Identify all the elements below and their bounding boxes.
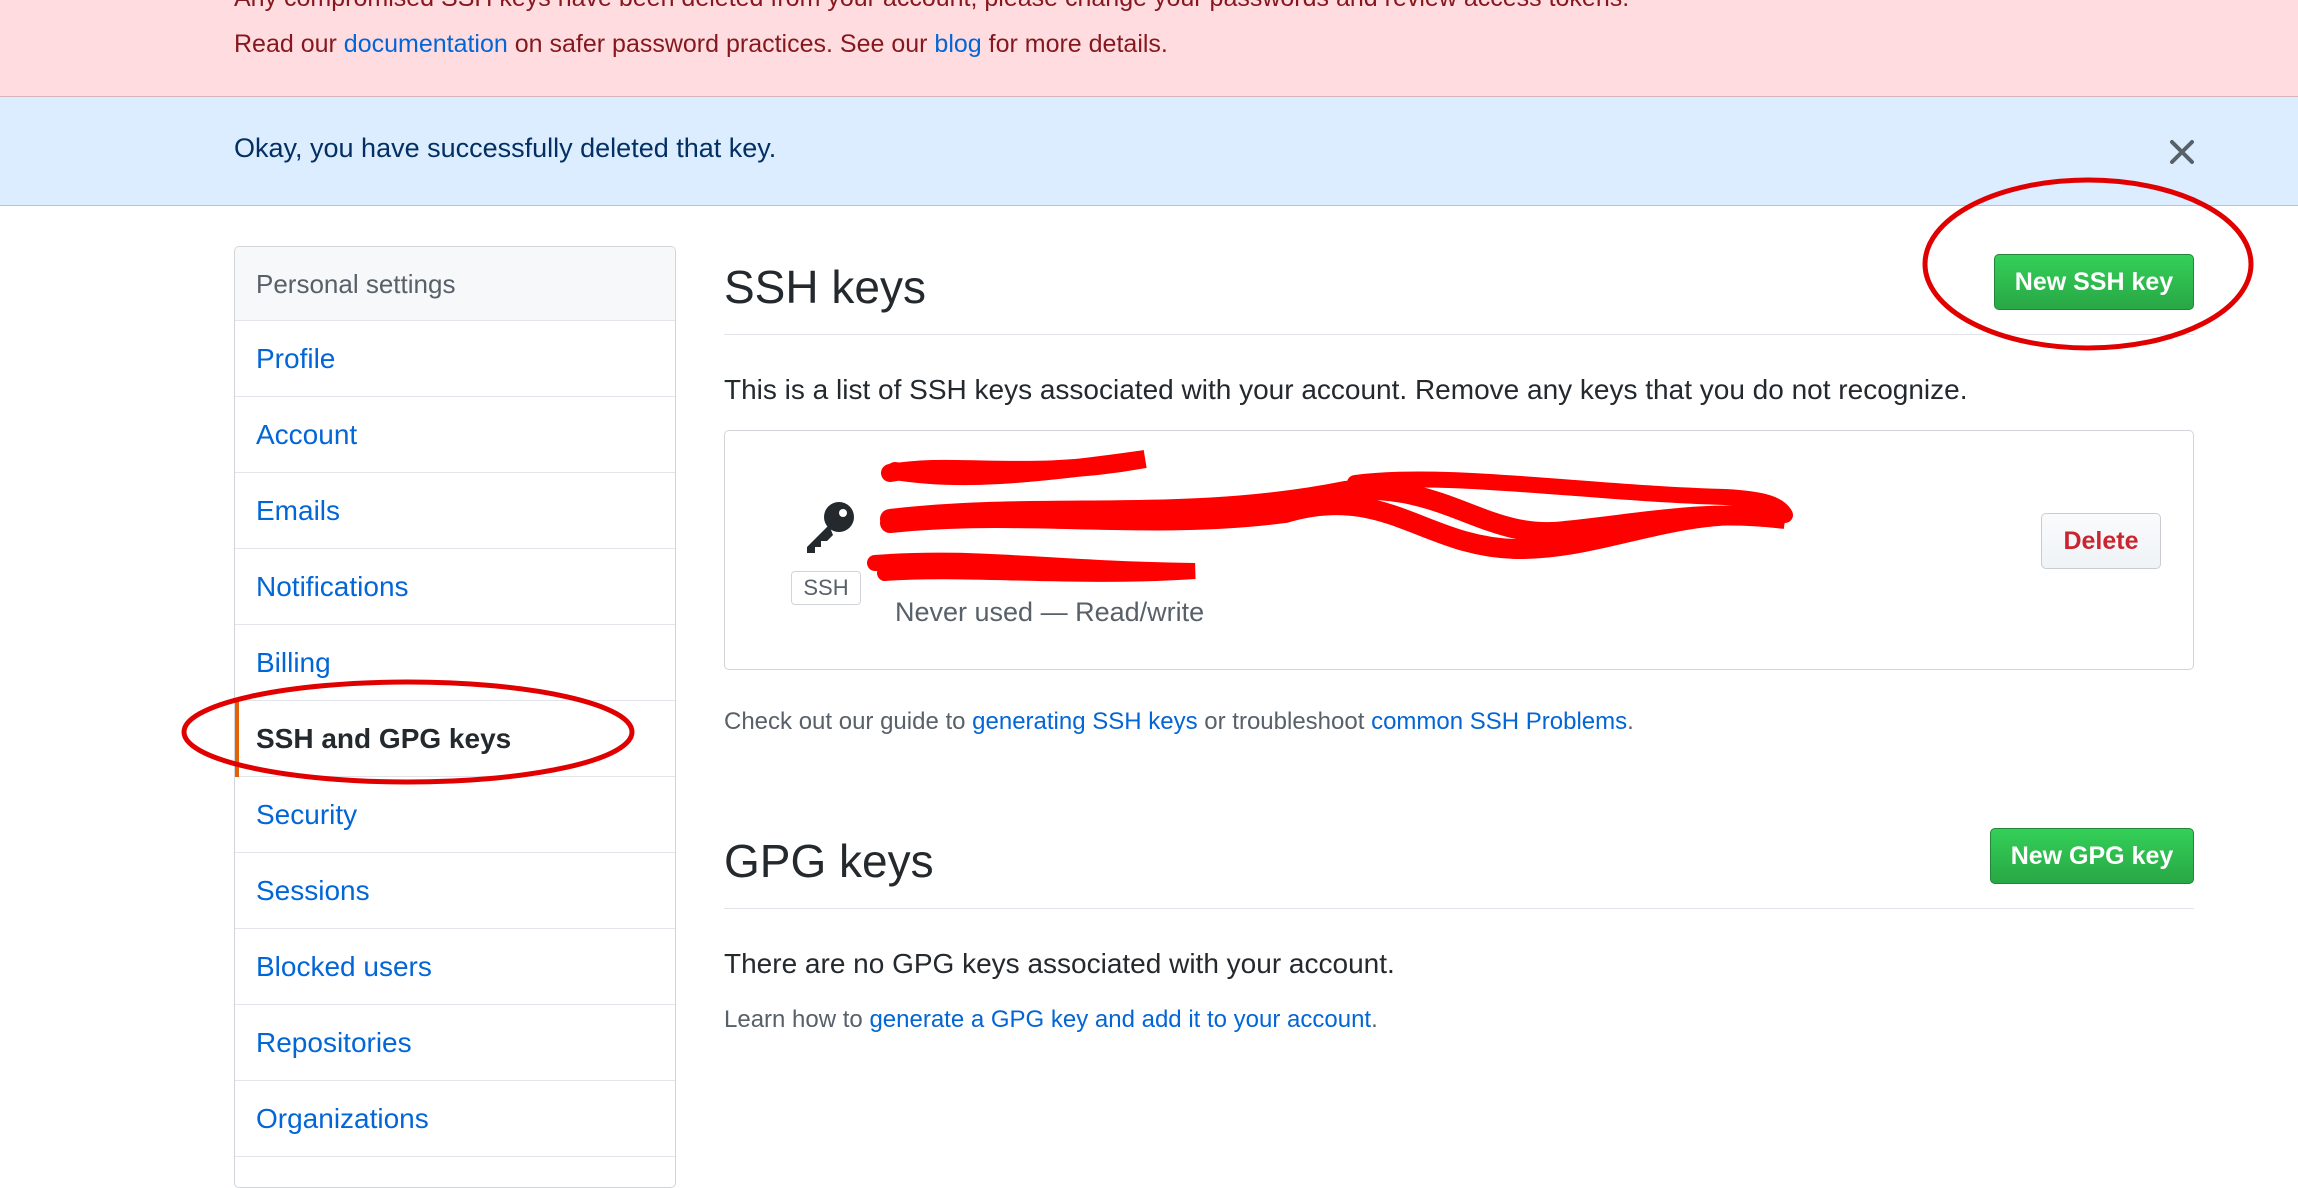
new-gpg-key-button[interactable]: New GPG key: [1990, 828, 2194, 884]
sidebar-item-repositories[interactable]: Repositories: [235, 1005, 675, 1081]
sidebar-item-emails[interactable]: Emails: [235, 473, 675, 549]
common-ssh-problems-link[interactable]: common SSH Problems: [1371, 708, 1627, 735]
sidebar-item-sessions[interactable]: Sessions: [235, 853, 675, 929]
gpg-learn-post: .: [1371, 1006, 1378, 1033]
settings-sidebar: Personal settings Profile Account Emails…: [234, 246, 676, 1188]
ssh-guide-text: Check out our guide to generating SSH ke…: [724, 708, 1634, 736]
redaction-scribble: [867, 450, 1793, 582]
sidebar-item-blocked-users[interactable]: Blocked users: [235, 929, 675, 1005]
success-message: Okay, you have successfully deleted that…: [234, 133, 777, 163]
sidebar-item-organizations[interactable]: Organizations: [235, 1081, 675, 1157]
success-banner: Okay, you have successfully deleted that…: [0, 97, 2298, 206]
error-banner: Any compromised SSH keys have been delet…: [0, 0, 2298, 97]
ssh-guide-mid: or troubleshoot: [1197, 708, 1372, 735]
ssh-guide-post: .: [1627, 708, 1634, 735]
generating-ssh-keys-link[interactable]: generating SSH keys: [972, 708, 1197, 735]
documentation-link[interactable]: documentation: [344, 30, 508, 58]
sidebar-item-profile[interactable]: Profile: [235, 321, 675, 397]
sidebar-item-ssh-gpg-keys[interactable]: SSH and GPG keys: [235, 701, 675, 777]
ssh-key-item: SSH Never used — Read/write Delete: [724, 430, 2194, 670]
new-ssh-key-button[interactable]: New SSH key: [1994, 254, 2194, 310]
gpg-empty-message: There are no GPG keys associated with yo…: [724, 948, 1395, 979]
sidebar-header: Personal settings: [235, 247, 675, 321]
gpg-divider: [724, 908, 2194, 909]
ssh-description: This is a list of SSH keys associated wi…: [724, 374, 1968, 405]
sidebar-item-account[interactable]: Account: [235, 397, 675, 473]
sidebar-item-notifications[interactable]: Notifications: [235, 549, 675, 625]
error-banner-clipped-line: Any compromised SSH keys have been delet…: [234, 0, 1629, 13]
gpg-learn-text: Learn how to generate a GPG key and add …: [724, 1006, 1378, 1034]
ssh-divider: [724, 334, 2194, 335]
generate-gpg-key-link[interactable]: generate a GPG key and add it to your ac…: [869, 1006, 1371, 1033]
error-banner-mid: on safer password practices. See our: [507, 30, 935, 58]
error-banner-pre: Read our: [234, 30, 344, 58]
gpg-keys-title: GPG keys: [724, 835, 934, 887]
close-icon[interactable]: [2166, 136, 2198, 168]
gpg-learn-pre: Learn how to: [724, 1006, 870, 1033]
sidebar-item-security[interactable]: Security: [235, 777, 675, 853]
blog-link[interactable]: blog: [934, 30, 981, 58]
error-banner-text: Read our documentation on safer password…: [234, 30, 1168, 59]
ssh-guide-pre: Check out our guide to: [724, 708, 973, 735]
error-banner-post: for more details.: [981, 30, 1168, 58]
ssh-keys-title: SSH keys: [724, 261, 926, 313]
sidebar-item-billing[interactable]: Billing: [235, 625, 675, 701]
